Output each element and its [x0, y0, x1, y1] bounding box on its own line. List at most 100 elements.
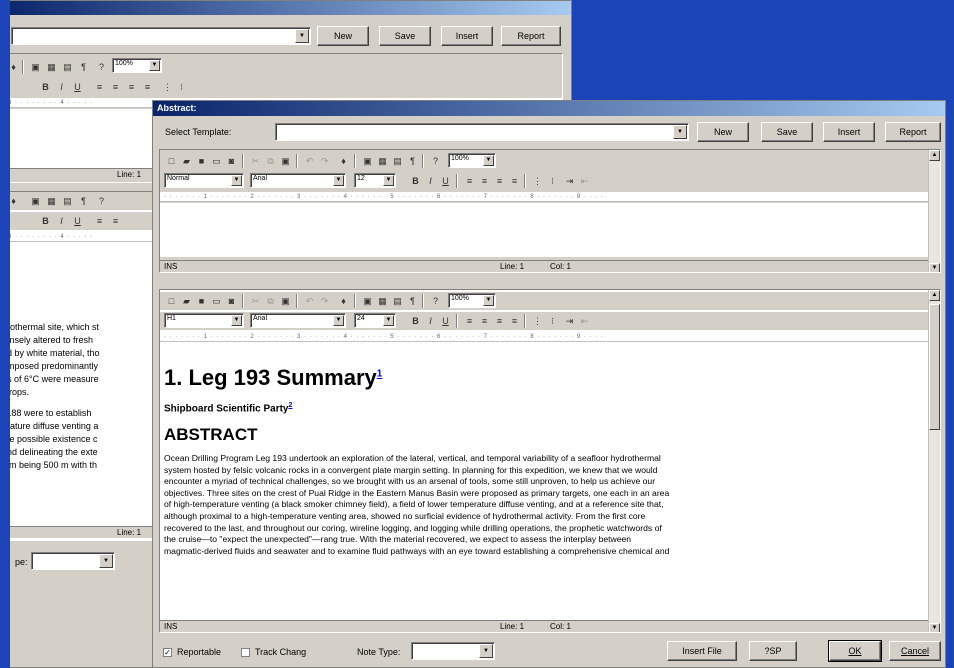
numbered-list-icon[interactable]: ⋮: [160, 80, 175, 94]
align-center-icon[interactable]: ≡: [108, 80, 123, 94]
insert-button[interactable]: Insert: [823, 122, 875, 142]
main-style-combo[interactable]: H1 ▼: [164, 313, 244, 328]
align-left-icon[interactable]: ≡: [92, 214, 107, 228]
image-icon[interactable]: ▤: [390, 154, 405, 168]
underline-button[interactable]: U: [438, 174, 453, 188]
top-size-combo[interactable]: 12 ▼: [354, 173, 396, 188]
chevron-down-icon[interactable]: ▼: [231, 175, 242, 186]
chevron-down-icon[interactable]: ▼: [479, 644, 493, 658]
bold-button[interactable]: B: [408, 314, 423, 328]
align-left-icon[interactable]: ≡: [462, 314, 477, 328]
top-scrollbar[interactable]: ▲ ▼: [928, 150, 940, 272]
document-body[interactable]: 1. Leg 193 Summary1 Shipboard Scientific…: [160, 343, 928, 619]
back-note-type-combo[interactable]: ▼: [31, 552, 115, 570]
align-right-icon[interactable]: ≡: [492, 314, 507, 328]
back-report-button[interactable]: Report: [501, 26, 561, 46]
undo-icon[interactable]: ↶: [302, 154, 317, 168]
numbered-list-icon[interactable]: ⋮: [530, 314, 545, 328]
new-button[interactable]: New: [697, 122, 749, 142]
italic-button[interactable]: I: [423, 174, 438, 188]
scroll-down-icon[interactable]: ▼: [929, 623, 940, 632]
bullet-list-icon[interactable]: ⁝: [545, 314, 560, 328]
pilcrow-icon[interactable]: ¶: [405, 294, 420, 308]
outdent-icon[interactable]: ⇤: [577, 174, 592, 188]
save-button[interactable]: Save: [761, 122, 813, 142]
bold-button[interactable]: B: [38, 80, 53, 94]
copy-format-icon[interactable]: ▣: [360, 294, 375, 308]
pilcrow-icon[interactable]: ¶: [405, 154, 420, 168]
main-zoom-combo[interactable]: 100% ▼: [448, 293, 496, 308]
copy-format-icon[interactable]: ▣: [28, 194, 43, 208]
table-icon[interactable]: ▦: [375, 294, 390, 308]
open-folder-icon[interactable]: ▰: [179, 154, 194, 168]
binoculars-icon[interactable]: ♦: [336, 294, 351, 308]
help-icon[interactable]: ?: [94, 60, 109, 74]
italic-button[interactable]: I: [423, 314, 438, 328]
redo-icon[interactable]: ↷: [317, 294, 332, 308]
help-icon[interactable]: ?: [428, 294, 443, 308]
align-center-icon[interactable]: ≡: [108, 214, 123, 228]
save-disk-icon[interactable]: ■: [194, 294, 209, 308]
save-disk-icon[interactable]: ■: [194, 154, 209, 168]
underline-button[interactable]: U: [70, 80, 85, 94]
chevron-down-icon[interactable]: ▼: [149, 60, 160, 71]
bold-button[interactable]: B: [408, 174, 423, 188]
chevron-down-icon[interactable]: ▼: [483, 155, 494, 166]
open-folder-icon[interactable]: ▰: [179, 294, 194, 308]
pilcrow-icon[interactable]: ¶: [76, 194, 91, 208]
chevron-down-icon[interactable]: ▼: [295, 29, 309, 43]
justify-icon[interactable]: ≡: [140, 80, 155, 94]
image-icon[interactable]: ▤: [60, 60, 75, 74]
paste-icon[interactable]: ▣: [278, 294, 293, 308]
scroll-up-icon[interactable]: ▲: [929, 150, 940, 161]
align-center-icon[interactable]: ≡: [477, 174, 492, 188]
insert-file-button[interactable]: Insert File: [667, 641, 737, 661]
undo-icon[interactable]: ↶: [302, 294, 317, 308]
cancel-button[interactable]: Cancel: [889, 641, 941, 661]
main-scrollbar[interactable]: ▲ ▼: [928, 290, 940, 632]
top-zoom-combo[interactable]: 100% ▼: [448, 153, 496, 168]
justify-icon[interactable]: ≡: [507, 174, 522, 188]
cut-icon[interactable]: ✂: [248, 154, 263, 168]
chevron-down-icon[interactable]: ▼: [99, 554, 113, 568]
cut-icon[interactable]: ✂: [248, 294, 263, 308]
copy-format-icon[interactable]: ▣: [360, 154, 375, 168]
back-new-button[interactable]: New: [317, 26, 369, 46]
underline-button[interactable]: U: [70, 214, 85, 228]
align-left-icon[interactable]: ≡: [92, 80, 107, 94]
align-right-icon[interactable]: ≡: [492, 174, 507, 188]
top-style-combo[interactable]: Normal ▼: [164, 173, 244, 188]
align-left-icon[interactable]: ≡: [462, 174, 477, 188]
pilcrow-icon[interactable]: ¶: [76, 60, 91, 74]
top-content-area[interactable]: [160, 203, 928, 257]
bullet-list-icon[interactable]: ⁝: [545, 174, 560, 188]
main-size-combo[interactable]: 24 ▼: [354, 313, 396, 328]
image-icon[interactable]: ▤: [390, 294, 405, 308]
outdent-icon[interactable]: ⇤: [577, 314, 592, 328]
back-zoom-combo[interactable]: 100% ▼: [112, 58, 162, 73]
redo-icon[interactable]: ↷: [317, 154, 332, 168]
chevron-down-icon[interactable]: ▼: [333, 175, 344, 186]
heading-footnote-link[interactable]: 1: [377, 369, 383, 380]
reportable-checkbox[interactable]: ✓: [163, 648, 172, 657]
track-changes-checkbox[interactable]: [241, 648, 250, 657]
align-right-icon[interactable]: ≡: [124, 80, 139, 94]
indent-icon[interactable]: ⇥: [562, 314, 577, 328]
table-icon[interactable]: ▦: [44, 194, 59, 208]
sp-button[interactable]: ?SP: [749, 641, 797, 661]
back-save-button[interactable]: Save: [379, 26, 431, 46]
help-icon[interactable]: ?: [94, 194, 109, 208]
table-icon[interactable]: ▦: [44, 60, 59, 74]
help-icon[interactable]: ?: [428, 154, 443, 168]
align-center-icon[interactable]: ≡: [477, 314, 492, 328]
copy-icon[interactable]: ⧉: [263, 294, 278, 308]
new-document-icon[interactable]: □: [164, 154, 179, 168]
chevron-down-icon[interactable]: ▼: [231, 315, 242, 326]
chevron-down-icon[interactable]: ▼: [483, 295, 494, 306]
back-titlebar[interactable]: [1, 1, 571, 15]
image-icon[interactable]: ▤: [60, 194, 75, 208]
binoculars-icon[interactable]: ♦: [336, 154, 351, 168]
justify-icon[interactable]: ≡: [507, 314, 522, 328]
print-icon[interactable]: ▭: [209, 154, 224, 168]
underline-button[interactable]: U: [438, 314, 453, 328]
